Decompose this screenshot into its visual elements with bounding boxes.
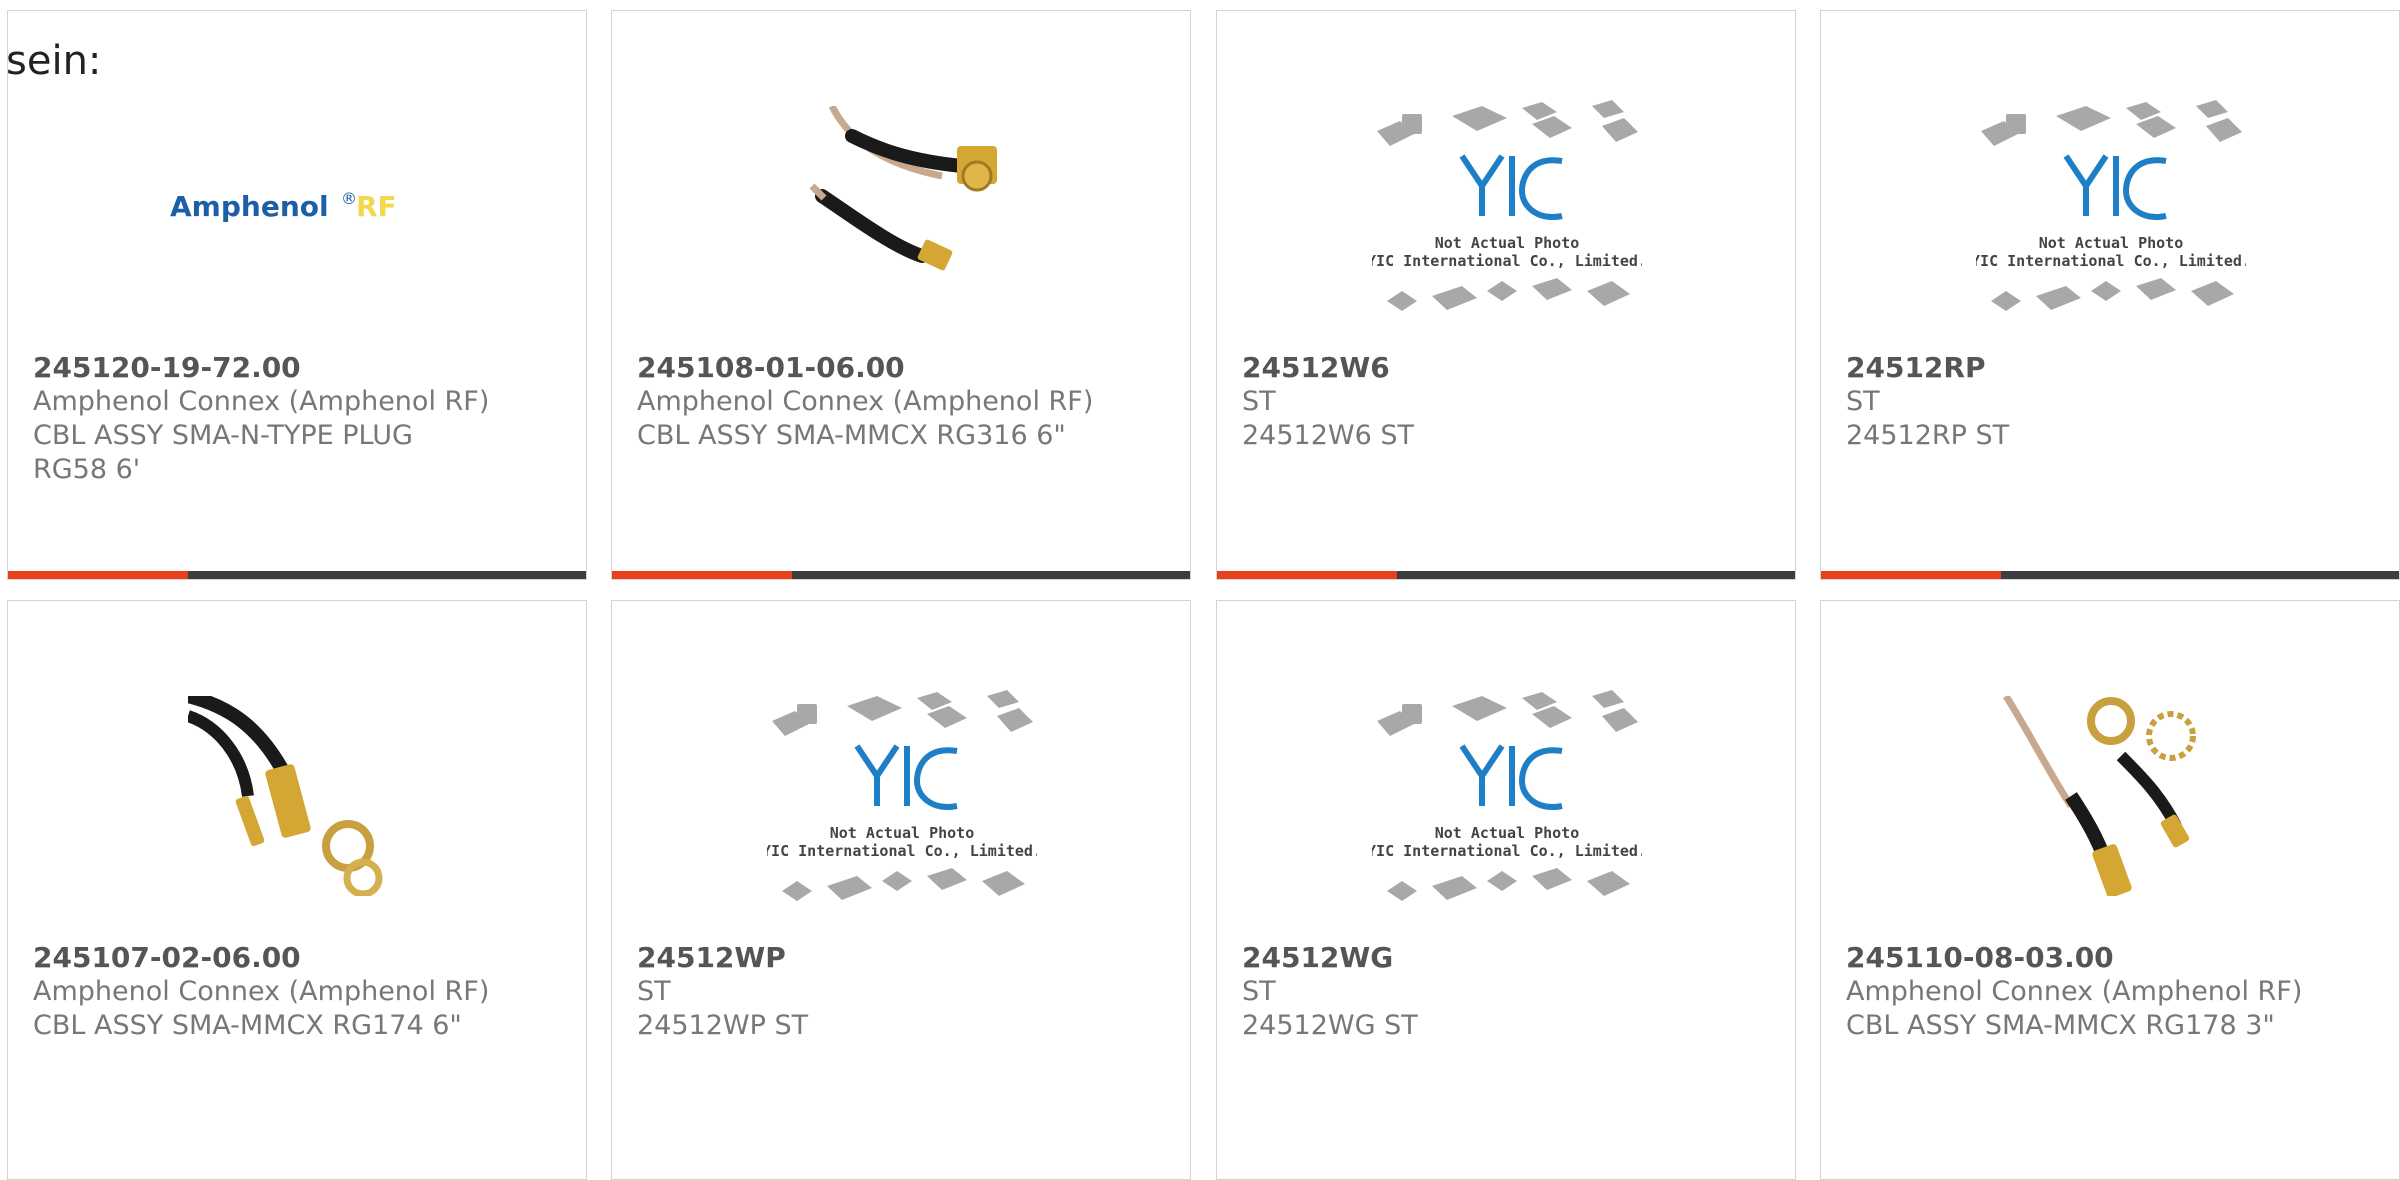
intro-text: sein: — [6, 38, 102, 84]
product-grid: Amphenol ® RF 245120-19-72.00 Amphenol C… — [0, 0, 2400, 1180]
card-bottom-bar — [612, 571, 1190, 579]
placeholder-company: YIC International Co., Limited. — [1976, 252, 2246, 270]
part-number-link[interactable]: 245108-01-06.00 — [637, 351, 1170, 385]
logo-brand: Amphenol — [170, 190, 329, 223]
product-image[interactable]: Not Actual Photo YIC International Co., … — [1367, 81, 1647, 331]
description: 24512WP ST — [637, 1010, 809, 1041]
part-number-link[interactable]: 24512RP — [1846, 351, 2379, 385]
cable-assembly-icon — [188, 696, 383, 896]
product-image[interactable]: Not Actual Photo YIC International Co., … — [1367, 671, 1647, 921]
placeholder-company: YIC International Co., Limited. — [1372, 252, 1642, 270]
placeholder-caption: Not Actual Photo — [830, 824, 975, 842]
product-image[interactable]: Not Actual Photo YIC International Co., … — [1971, 81, 2251, 331]
description: CBL ASSY SMA-MMCX RG174 6" — [33, 1010, 462, 1041]
product-card[interactable]: Not Actual Photo YIC International Co., … — [1216, 600, 1796, 1180]
product-card[interactable]: 245108-01-06.00 Amphenol Connex (Ampheno… — [611, 10, 1191, 580]
product-image[interactable] — [1971, 671, 2251, 921]
part-number-link[interactable]: 24512W6 — [1242, 351, 1775, 385]
placeholder-photo-icon: Not Actual Photo YIC International Co., … — [1372, 100, 1642, 311]
product-image[interactable]: Not Actual Photo YIC International Co., … — [762, 671, 1042, 921]
placeholder-photo-icon: Not Actual Photo YIC International Co., … — [1976, 100, 2246, 311]
product-card[interactable]: Not Actual Photo YIC International Co., … — [1216, 10, 1796, 580]
product-card[interactable]: Not Actual Photo YIC International Co., … — [1820, 10, 2400, 580]
description-continued: RG58 6' — [33, 454, 141, 485]
placeholder-photo-icon: Not Actual Photo YIC International Co., … — [767, 690, 1037, 901]
product-card[interactable]: 245107-02-06.00 Amphenol Connex (Ampheno… — [7, 600, 587, 1180]
product-card[interactable]: Not Actual Photo YIC International Co., … — [611, 600, 1191, 1180]
logo-suffix: RF — [356, 190, 397, 223]
product-image[interactable] — [158, 671, 438, 921]
product-image[interactable] — [762, 81, 1042, 331]
placeholder-company: YIC International Co., Limited. — [767, 842, 1037, 860]
manufacturer: Amphenol Connex (Amphenol RF) — [33, 386, 490, 417]
product-image[interactable]: Amphenol ® RF — [158, 81, 438, 331]
manufacturer: Amphenol Connex (Amphenol RF) — [33, 976, 490, 1007]
placeholder-caption: Not Actual Photo — [1435, 824, 1580, 842]
manufacturer: ST — [1242, 976, 1276, 1007]
product-card[interactable]: 245110-08-03.00 Amphenol Connex (Ampheno… — [1820, 600, 2400, 1180]
logo-registered: ® — [341, 189, 357, 208]
description: CBL ASSY SMA-N-TYPE PLUG — [33, 420, 413, 451]
placeholder-company: YIC International Co., Limited. — [1372, 842, 1642, 860]
product-card[interactable]: Amphenol ® RF 245120-19-72.00 Amphenol C… — [7, 10, 587, 580]
manufacturer: ST — [637, 976, 671, 1007]
card-bottom-bar — [8, 571, 586, 579]
part-number-link[interactable]: 245120-19-72.00 — [33, 351, 566, 385]
part-number-link[interactable]: 24512WP — [637, 941, 1170, 975]
part-number-link[interactable]: 245107-02-06.00 — [33, 941, 566, 975]
placeholder-caption: Not Actual Photo — [2039, 234, 2184, 252]
card-bottom-bar — [1821, 571, 2399, 579]
manufacturer: ST — [1846, 386, 1880, 417]
manufacturer: Amphenol Connex (Amphenol RF) — [1846, 976, 2303, 1007]
amphenol-logo-icon: Amphenol ® RF — [170, 189, 397, 223]
placeholder-caption: Not Actual Photo — [1435, 234, 1580, 252]
placeholder-photo-icon: Not Actual Photo YIC International Co., … — [1372, 690, 1642, 901]
part-number-link[interactable]: 24512WG — [1242, 941, 1775, 975]
description: 24512WG ST — [1242, 1010, 1418, 1041]
card-bottom-bar — [1217, 571, 1795, 579]
part-number-link[interactable]: 245110-08-03.00 — [1846, 941, 2379, 975]
cable-assembly-icon — [2003, 696, 2196, 896]
description: 24512W6 ST — [1242, 420, 1414, 451]
description: CBL ASSY SMA-MMCX RG178 3" — [1846, 1010, 2275, 1041]
cable-assembly-icon — [809, 106, 997, 271]
description: 24512RP ST — [1846, 420, 2010, 451]
manufacturer: Amphenol Connex (Amphenol RF) — [637, 386, 1094, 417]
manufacturer: ST — [1242, 386, 1276, 417]
description: CBL ASSY SMA-MMCX RG316 6" — [637, 420, 1066, 451]
